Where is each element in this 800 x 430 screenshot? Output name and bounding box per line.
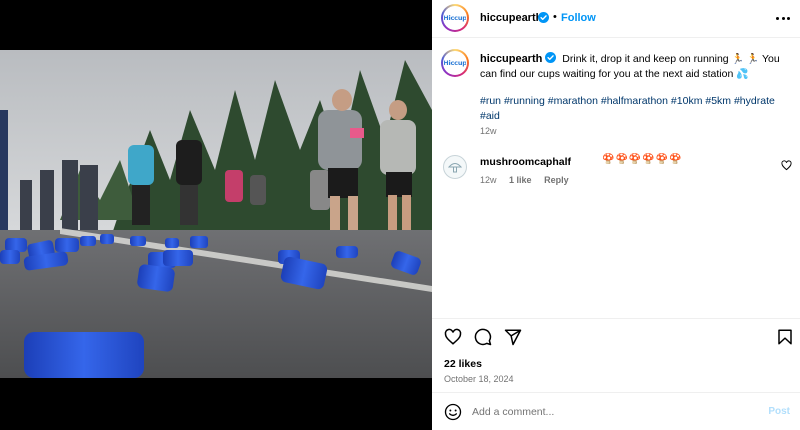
comment-bubble-icon[interactable] [474, 328, 492, 346]
post-comment-button[interactable]: Post [768, 406, 790, 417]
post-media[interactable] [0, 0, 432, 430]
post-date[interactable]: October 18, 2024 [444, 374, 514, 384]
caption-avatar[interactable]: Hiccup [441, 49, 469, 77]
hashtag-link[interactable]: #halfmarathon [601, 95, 668, 107]
running-emoji: 🏃 🏃 [731, 54, 760, 65]
comment-heart-icon[interactable] [781, 160, 792, 171]
post-side-panel: Hiccup hiccupearth • Follow Hiccup hiccu… [432, 0, 800, 430]
likes-count[interactable]: 22 likes [444, 358, 482, 370]
caption-username[interactable]: hiccupearth [480, 53, 542, 65]
comment-text: 🍄🍄🍄🍄🍄🍄 [602, 154, 683, 165]
post-header: Hiccup hiccupearth • Follow [432, 0, 800, 38]
verified-badge-icon [545, 52, 557, 63]
commenter-username[interactable]: mushroomcaphalf [480, 156, 571, 168]
heart-icon[interactable] [444, 328, 462, 346]
post-caption: hiccupearth Drink it, drop it and keep o… [480, 52, 785, 82]
follow-button[interactable]: Follow [561, 12, 596, 24]
commenter-avatar[interactable] [443, 155, 467, 179]
post-photo [0, 50, 432, 378]
smiley-face-icon[interactable] [444, 403, 462, 421]
post-actions: 22 likes October 18, 2024 [432, 318, 800, 388]
comment-input[interactable] [472, 402, 752, 422]
avatar-logo-text: Hiccup [443, 14, 467, 22]
separator-dot: • [553, 11, 557, 23]
hashtag-link[interactable]: #5km [705, 95, 731, 107]
comments-section[interactable]: Hiccup hiccupearth Drink it, drop it and… [432, 38, 800, 318]
more-horizontal-icon[interactable] [776, 9, 790, 27]
caption-text: Drink it, drop it and keep on running [562, 53, 729, 65]
hashtag-link[interactable]: #10km [671, 95, 703, 107]
mushroom-logo-icon [447, 163, 463, 173]
comment-timestamp[interactable]: 12w [480, 175, 497, 185]
hashtag-link[interactable]: #hydrate [734, 95, 775, 107]
comment-likes[interactable]: 1 like [509, 175, 532, 185]
bookmark-icon[interactable] [776, 328, 794, 346]
hashtag-link[interactable]: #running [504, 95, 545, 107]
reply-button[interactable]: Reply [544, 175, 569, 185]
sweat-drops-emoji: 💦 [736, 69, 749, 80]
hashtag-link[interactable]: #marathon [548, 95, 598, 107]
send-paper-plane-icon[interactable] [504, 328, 522, 346]
comment-meta: 12w 1 like Reply [480, 175, 579, 185]
hashtag-list: #run #running #marathon #halfmarathon #1… [480, 94, 780, 124]
caption-timestamp[interactable]: 12w [480, 126, 497, 136]
verified-badge-icon [538, 12, 549, 23]
add-comment-bar: Post [432, 392, 800, 430]
profile-avatar[interactable]: Hiccup [441, 4, 469, 32]
author-username[interactable]: hiccupearth [480, 12, 542, 24]
hashtag-link[interactable]: #aid [480, 110, 500, 122]
hashtag-link[interactable]: #run [480, 95, 501, 107]
avatar-logo-text: Hiccup [443, 59, 467, 67]
